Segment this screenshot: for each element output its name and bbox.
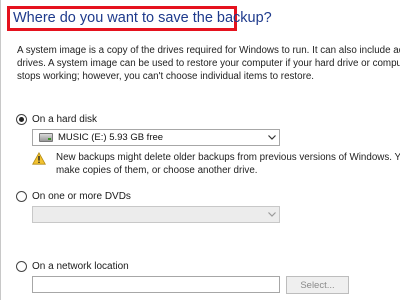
option-hard-disk[interactable]: On a hard disk bbox=[16, 113, 97, 126]
description: A system image is a copy of the drives r… bbox=[17, 44, 400, 84]
dvd-drive-select[interactable] bbox=[32, 206, 280, 223]
dvds-radio[interactable] bbox=[16, 191, 27, 202]
description-line: drives. A system image can be used to re… bbox=[17, 58, 400, 70]
description-line: stops working; however, you can't choose… bbox=[17, 71, 315, 83]
chevron-down-icon[interactable] bbox=[265, 130, 279, 145]
warning-text: make copies of them, or choose another d… bbox=[56, 165, 258, 177]
hard-disk-label: On a hard disk bbox=[32, 114, 98, 125]
option-network-location[interactable]: On a network location bbox=[16, 260, 129, 273]
network-radio[interactable] bbox=[16, 261, 27, 272]
option-dvds[interactable]: On one or more DVDs bbox=[16, 190, 131, 203]
select-button[interactable]: Select... bbox=[286, 276, 349, 294]
hard-disk-radio[interactable] bbox=[16, 114, 27, 125]
description-line: A system image is a copy of the drives r… bbox=[17, 45, 400, 56]
warning-icon bbox=[32, 152, 46, 165]
warning-text: New backups might delete older backups f… bbox=[56, 152, 400, 163]
drive-icon bbox=[39, 133, 53, 142]
chevron-down-icon[interactable] bbox=[265, 207, 279, 222]
drive-select-value: MUSIC (E:) 5.93 GB free bbox=[58, 132, 164, 143]
network-location-input[interactable] bbox=[32, 276, 280, 293]
dvds-label: On one or more DVDs bbox=[32, 191, 131, 202]
hard-disk-drive-select[interactable]: MUSIC (E:) 5.93 GB free bbox=[32, 129, 280, 146]
drive-warning: New backups might delete older backups f… bbox=[32, 151, 400, 177]
network-label: On a network location bbox=[32, 261, 129, 272]
page-title: Where do you want to save the backup? bbox=[7, 6, 272, 31]
